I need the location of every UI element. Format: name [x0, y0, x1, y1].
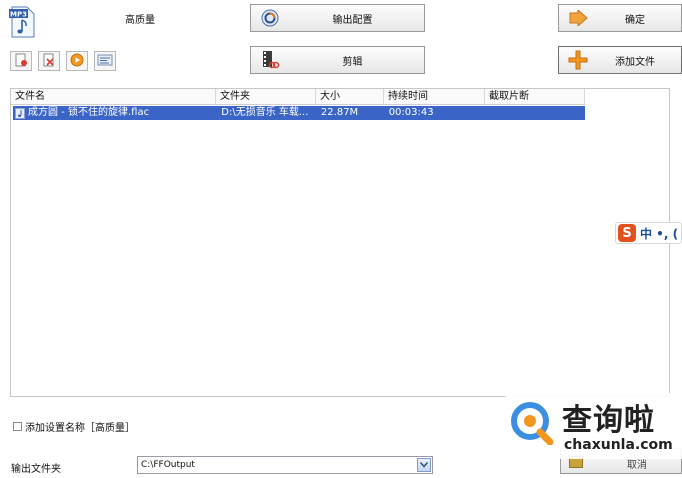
- plus-icon: [567, 49, 589, 71]
- watermark-en: chaxunla.com: [564, 437, 673, 453]
- output-config-label: 输出配置: [332, 14, 373, 26]
- column-header-clip[interactable]: 截取片断: [485, 89, 585, 104]
- add-item-button[interactable]: [10, 51, 32, 71]
- file-list[interactable]: 文件名 文件夹 大小 持续时间 截取片断 成方圆 - 锁不住的旋律.flac D…: [10, 88, 670, 397]
- film-scissors-icon: [259, 49, 281, 71]
- sogou-logo-icon: S: [618, 224, 636, 242]
- checkbox-box[interactable]: [13, 422, 22, 431]
- add-file-button[interactable]: 添加文件: [558, 46, 682, 74]
- column-header-folder[interactable]: 文件夹: [216, 89, 316, 104]
- play-icon: [70, 53, 84, 70]
- ok-label: 确定: [625, 14, 645, 26]
- small-toolbar: [10, 51, 116, 71]
- output-config-button[interactable]: 输出配置: [250, 4, 425, 32]
- file-duration: 00:03:43: [388, 107, 434, 118]
- svg-text:MP3: MP3: [10, 11, 27, 19]
- play-button[interactable]: [66, 51, 88, 71]
- column-header-size[interactable]: 大小: [316, 89, 384, 104]
- cut-label: 剪辑: [342, 56, 363, 68]
- column-header-filename[interactable]: 文件名: [11, 89, 216, 104]
- file-name: 成方圆 - 锁不住的旋律.flac: [28, 107, 150, 118]
- add-file-label: 添加文件: [615, 56, 655, 68]
- file-clip: [485, 106, 585, 120]
- output-folder-label: 输出文件夹: [11, 464, 61, 475]
- delete-x-icon: [42, 53, 56, 70]
- audio-file-icon: [15, 107, 25, 119]
- document-add-icon: [14, 53, 28, 70]
- cut-button[interactable]: 剪辑: [250, 46, 425, 74]
- settings-gear-icon: [259, 7, 281, 29]
- output-folder-value: C:\FFOutput: [141, 460, 195, 470]
- ime-status-bar[interactable]: S 中 •, (: [615, 222, 682, 244]
- mp3-file-icon: MP3: [8, 6, 36, 38]
- info-window-icon: [97, 54, 113, 69]
- magnifier-logo-icon: [510, 401, 554, 446]
- add-setting-label: 添加设置名称［高质量］: [25, 423, 135, 434]
- ok-button[interactable]: 确定: [558, 4, 682, 32]
- watermark-cn: 查询啦: [562, 403, 655, 438]
- remove-item-button[interactable]: [38, 51, 60, 71]
- file-size: 22.87M: [320, 107, 359, 118]
- ime-mode-text: 中 •, (: [640, 226, 679, 241]
- column-header-duration[interactable]: 持续时间: [384, 89, 485, 104]
- file-name-cell: 成方圆 - 锁不住的旋律.flac: [13, 106, 217, 120]
- watermark: 查询啦 chaxunla.com: [506, 393, 682, 459]
- add-setting-checkbox[interactable]: 添加设置名称［高质量］: [13, 419, 135, 434]
- file-folder: D:\无损音乐 车载...: [221, 107, 309, 118]
- arrow-right-icon: [567, 7, 589, 29]
- output-folder-select[interactable]: C:\FFOutput: [137, 456, 433, 474]
- file-row[interactable]: 成方圆 - 锁不住的旋律.flac D:\无损音乐 车载... 22.87M 0…: [13, 106, 585, 120]
- quality-label: 高质量: [125, 15, 155, 26]
- info-button[interactable]: [94, 51, 116, 71]
- file-list-header: 文件名 文件夹 大小 持续时间 截取片断: [11, 89, 585, 105]
- chevron-down-icon[interactable]: [417, 458, 431, 472]
